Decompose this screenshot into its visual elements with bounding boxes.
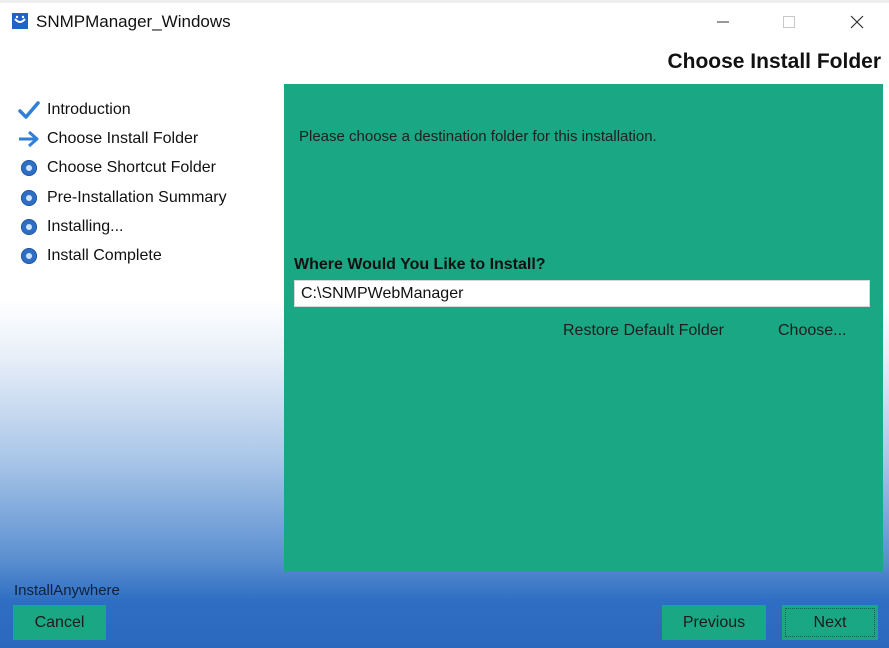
window-title: SNMPManager_Windows bbox=[36, 12, 231, 31]
close-icon bbox=[850, 15, 864, 29]
step-item-choose-shortcut-folder: Choose Shortcut Folder bbox=[18, 154, 268, 183]
step-item-choose-install-folder: Choose Install Folder bbox=[18, 124, 268, 153]
step-item-introduction: Introduction bbox=[18, 95, 268, 124]
title-bar-edge bbox=[0, 0, 889, 3]
bullet-icon bbox=[18, 157, 40, 179]
cancel-button[interactable]: Cancel bbox=[13, 605, 106, 640]
maximize-button[interactable] bbox=[766, 4, 812, 40]
minimize-icon bbox=[717, 21, 729, 23]
close-button[interactable] bbox=[834, 4, 880, 40]
previous-button[interactable]: Previous bbox=[662, 605, 766, 640]
bullet-icon bbox=[18, 216, 40, 238]
step-item-install-complete: Install Complete bbox=[18, 241, 268, 270]
restore-default-folder-button[interactable]: Restore Default Folder bbox=[563, 322, 724, 340]
next-button[interactable]: Next bbox=[782, 605, 878, 640]
content-panel: Please choose a destination folder for t… bbox=[284, 84, 883, 572]
bullet-icon bbox=[18, 187, 40, 209]
minimize-button[interactable] bbox=[700, 4, 746, 40]
steps-list: Introduction Choose Install Folder Choos… bbox=[18, 95, 268, 271]
step-label: Installing... bbox=[47, 217, 124, 235]
installer-window: SNMPManager_Windows Choose Install Folde… bbox=[0, 0, 889, 648]
step-label: Choose Shortcut Folder bbox=[47, 159, 216, 177]
step-label: Pre-Installation Summary bbox=[47, 188, 227, 206]
choose-folder-button[interactable]: Choose... bbox=[778, 322, 846, 340]
app-icon bbox=[12, 13, 28, 29]
step-label: Introduction bbox=[47, 100, 131, 118]
step-label: Choose Install Folder bbox=[47, 129, 199, 147]
install-path-input[interactable] bbox=[294, 280, 870, 307]
bullet-icon bbox=[18, 245, 40, 267]
page-title: Choose Install Folder bbox=[667, 50, 881, 73]
step-item-pre-installation-summary: Pre-Installation Summary bbox=[18, 183, 268, 212]
step-item-installing: Installing... bbox=[18, 212, 268, 241]
brand-label: InstallAnywhere bbox=[14, 582, 120, 599]
arrow-right-icon bbox=[18, 128, 40, 150]
checkmark-icon bbox=[18, 99, 40, 121]
instruction-text: Please choose a destination folder for t… bbox=[299, 128, 657, 145]
step-label: Install Complete bbox=[47, 247, 162, 265]
maximize-icon bbox=[783, 16, 795, 28]
title-bar[interactable]: SNMPManager_Windows bbox=[0, 0, 889, 44]
install-location-label: Where Would You Like to Install? bbox=[294, 256, 546, 273]
